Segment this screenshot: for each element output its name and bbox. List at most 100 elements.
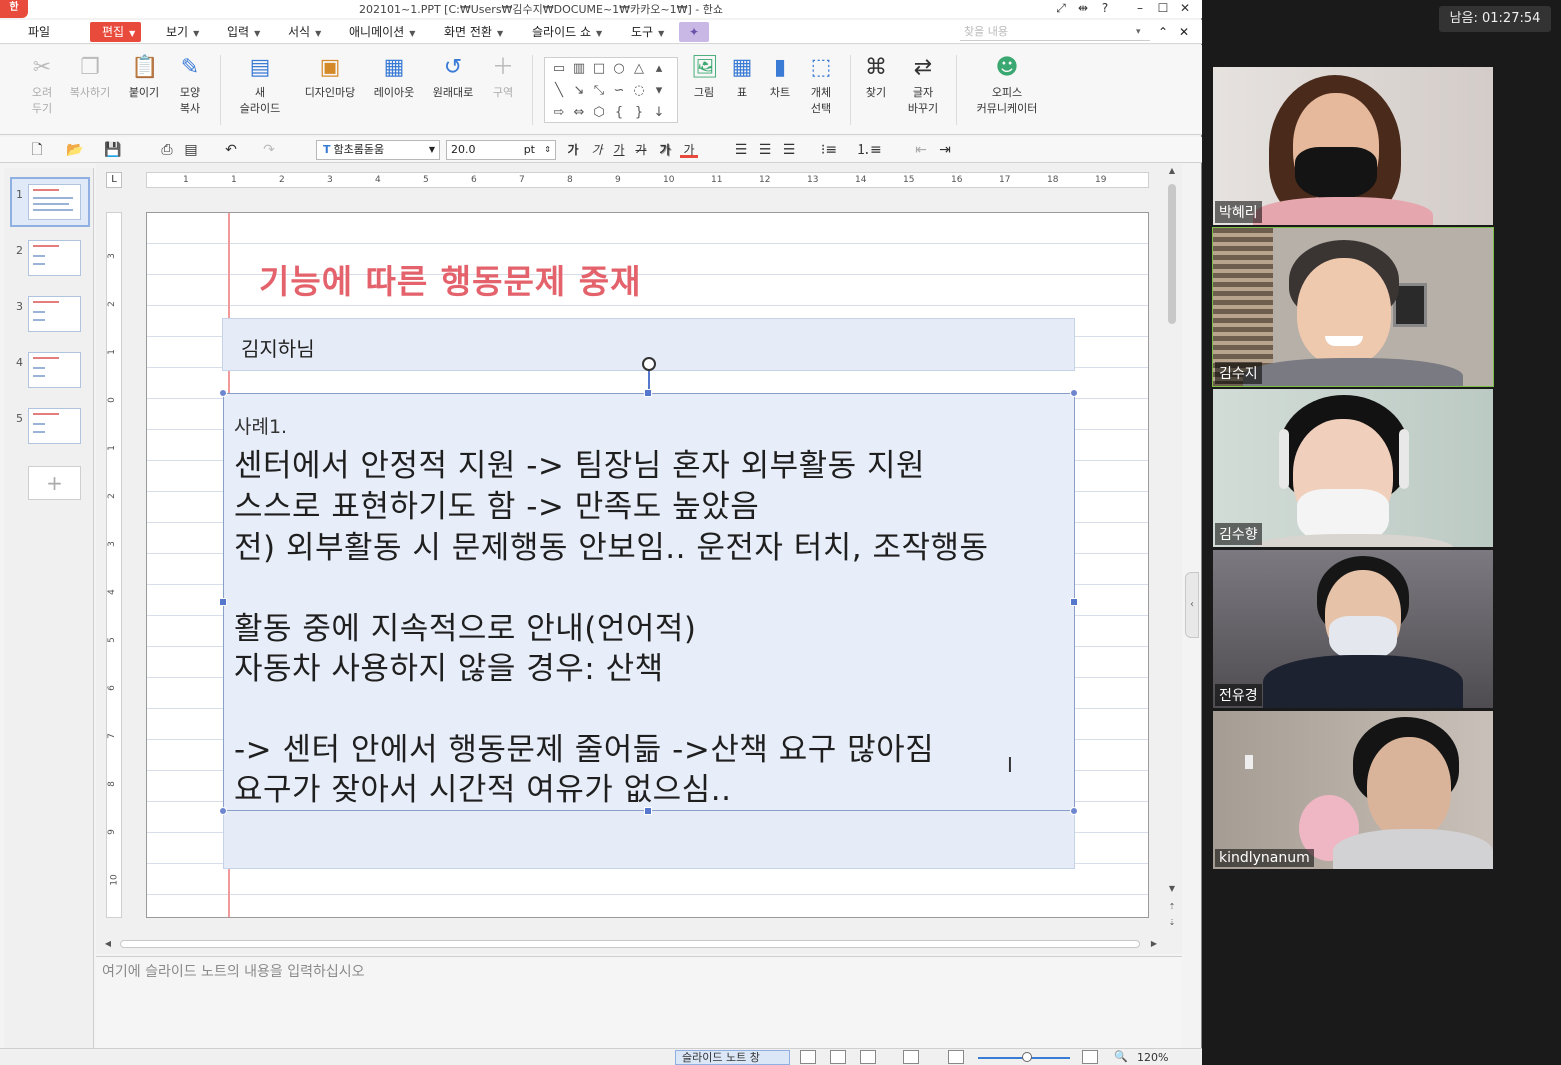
textbox-shape-icon[interactable]: ▭ — [549, 58, 569, 80]
tab-stop-selector[interactable]: L — [106, 172, 122, 188]
close-button[interactable]: ✕ — [1175, 0, 1195, 18]
body-text-box[interactable]: 사례1. 센터에서 안정적 지원 -> 팀장님 혼자 외부활동 지원 스스로 표… — [223, 393, 1075, 811]
reset-button[interactable]: ↺ 원래대로 — [426, 55, 480, 101]
insert-table-button[interactable]: ▦ 표 — [726, 55, 758, 101]
scroll-left-icon[interactable]: ◀ — [100, 939, 116, 948]
shadow-button[interactable]: 가 — [656, 140, 674, 160]
menu-animation[interactable]: 애니메이션 ▼ — [349, 22, 415, 42]
fit-window-icon[interactable] — [1082, 1050, 1098, 1064]
horizontal-ruler[interactable]: 1 1 2 3 4 5 6 7 8 9 10 11 12 13 14 15 16 17 18 19 — [146, 172, 1149, 188]
layout-icon[interactable]: ⇹ — [1073, 0, 1093, 18]
participant-tile[interactable]: 김수향 — [1213, 389, 1493, 547]
rectangle-icon[interactable]: □ — [589, 58, 609, 80]
arrow-line-icon[interactable]: ↘ — [569, 80, 589, 102]
italic-button[interactable]: 가 — [588, 140, 606, 160]
brace-right-icon[interactable]: } — [629, 102, 649, 124]
zoom-out-icon[interactable] — [948, 1050, 964, 1064]
freeform-icon[interactable]: ◌ — [629, 80, 649, 102]
maximize-button[interactable]: ☐ — [1153, 0, 1173, 18]
resize-handle-right[interactable] — [1070, 598, 1078, 606]
bold-button[interactable]: 가 — [564, 140, 582, 160]
find-input[interactable]: 찾을 내용 — [960, 23, 1150, 41]
strikethrough-button[interactable]: 가 — [632, 140, 650, 160]
double-arrow-icon[interactable]: ⇔ — [569, 102, 589, 124]
slide-thumbnail-2[interactable] — [28, 240, 81, 276]
vertical-scroll-thumb[interactable] — [1168, 184, 1176, 324]
slide-thumbnail-4[interactable] — [28, 352, 81, 388]
insert-picture-button[interactable]: 🖼 그림 — [688, 55, 720, 101]
slide-note-view-button[interactable]: 슬라이드 노트 창 — [675, 1050, 790, 1065]
rotate-handle[interactable] — [642, 357, 656, 371]
vertical-scrollbar[interactable]: ▲ ▼ ⇡ ⇣ — [1164, 164, 1180, 934]
help-icon[interactable]: ? — [1095, 0, 1115, 18]
office-communicator-button[interactable]: ☻ 오피스 커뮤니케이터 — [966, 55, 1048, 117]
paste-button[interactable]: 📋 붙이기 — [124, 55, 164, 101]
menu-edit[interactable]: 편집 ▼ — [90, 22, 142, 42]
menu-transition[interactable]: 화면 전환 ▼ — [444, 22, 503, 42]
slide-title[interactable]: 기능에 따른 행동문제 중재 — [259, 255, 641, 303]
menu-tools[interactable]: 도구 ▼ — [631, 22, 664, 42]
cut-button[interactable]: ✂ 오려 두기 — [24, 55, 60, 117]
horizontal-scroll-thumb[interactable] — [120, 940, 1140, 948]
select-object-button[interactable]: ⬚ 개체 선택 — [802, 55, 840, 117]
underline-button[interactable]: 가 — [610, 140, 628, 160]
resize-handle-top-left[interactable] — [219, 389, 227, 397]
triangle-icon[interactable]: △ — [629, 58, 649, 80]
participant-tile[interactable]: 전유경 — [1213, 550, 1493, 708]
menu-insert[interactable]: 입력 ▼ — [227, 22, 260, 42]
align-right-icon[interactable]: ☰ — [780, 140, 798, 160]
lower-placeholder[interactable] — [223, 811, 1075, 869]
numbered-list-icon[interactable]: ⒈≡ — [856, 140, 882, 160]
slideshow-view-icon[interactable] — [903, 1050, 919, 1064]
menu-file[interactable]: 파일 — [28, 22, 50, 42]
layout-button[interactable]: ▦ 레이아웃 — [368, 55, 420, 101]
font-name-select[interactable]: T 함초롬돋움 ▼ — [316, 140, 440, 160]
participant-tile[interactable]: kindlynanum — [1213, 711, 1493, 869]
indent-icon[interactable]: ⇥ — [936, 140, 954, 160]
line-icon[interactable]: ╲ — [549, 80, 569, 102]
slide-sorter-icon[interactable] — [830, 1050, 846, 1064]
reading-view-icon[interactable] — [860, 1050, 876, 1064]
zoom-slider-knob[interactable] — [1022, 1052, 1032, 1062]
resize-handle-bottom[interactable] — [644, 807, 652, 815]
vertical-ruler[interactable]: 3 2 1 0 1 2 3 4 5 6 7 8 9 10 — [106, 212, 122, 918]
format-painter-button[interactable]: ✎ 모양 복사 — [170, 55, 210, 117]
fullscreen-icon[interactable]: ⤢ — [1051, 0, 1071, 18]
font-size-input[interactable]: 20.0 pt ⇕ — [446, 140, 556, 160]
find-dropdown-icon[interactable]: ▾ — [1136, 22, 1141, 42]
scroll-right-icon[interactable]: ▶ — [1146, 939, 1162, 948]
textbox-vertical-icon[interactable]: ▥ — [569, 58, 589, 80]
align-left-icon[interactable]: ☰ — [732, 140, 750, 160]
menu-format[interactable]: 서식 ▼ — [288, 22, 321, 42]
participant-tile-active[interactable]: 김수지 — [1212, 227, 1494, 387]
scroll-down-icon[interactable]: ▼ — [1164, 884, 1180, 893]
resize-handle-bottom-right[interactable] — [1070, 807, 1078, 815]
cube-icon[interactable]: ⬡ — [589, 102, 609, 124]
design-store-button[interactable]: ▣ 디자인마당 — [298, 55, 362, 101]
scroll-down-icon[interactable]: ▾ — [649, 80, 669, 102]
close-document-icon[interactable]: ✕ — [1179, 22, 1189, 42]
undo-icon[interactable]: ↶ — [222, 140, 240, 160]
resize-handle-bottom-left[interactable] — [219, 807, 227, 815]
print-icon[interactable]: ⎙ — [158, 140, 176, 160]
slide-thumbnail-5[interactable] — [28, 408, 81, 444]
minimize-button[interactable]: – — [1130, 0, 1150, 18]
horizontal-scrollbar[interactable]: ◀ ▶ — [100, 936, 1160, 952]
arrow-shape-icon[interactable]: ⇨ — [549, 102, 569, 124]
puzzle-icon[interactable]: ✦ — [679, 22, 709, 42]
menu-slideshow[interactable]: 슬라이드 쇼 ▼ — [532, 22, 602, 42]
chevron-left-icon[interactable]: ‹ — [1185, 572, 1199, 638]
participant-tile[interactable]: 박혜리 — [1213, 67, 1493, 225]
more-shapes-icon[interactable]: ↓ — [649, 102, 669, 124]
ellipse-icon[interactable]: ○ — [609, 58, 629, 80]
align-center-icon[interactable]: ☰ — [756, 140, 774, 160]
curve-icon[interactable]: ∽ — [609, 80, 629, 102]
outdent-icon[interactable]: ⇤ — [912, 140, 930, 160]
slide-notes-area[interactable]: 여기에 슬라이드 노트의 내용을 입력하십시오 — [96, 956, 1182, 1048]
scroll-up-icon[interactable]: ▲ — [1164, 166, 1180, 175]
resize-handle-top[interactable] — [644, 389, 652, 397]
connector-icon[interactable]: ⤡ — [589, 80, 609, 102]
slide-thumbnail-1[interactable] — [28, 184, 81, 220]
print-preview-icon[interactable]: ▤ — [182, 140, 200, 160]
font-color-button[interactable]: 가 — [680, 140, 698, 158]
